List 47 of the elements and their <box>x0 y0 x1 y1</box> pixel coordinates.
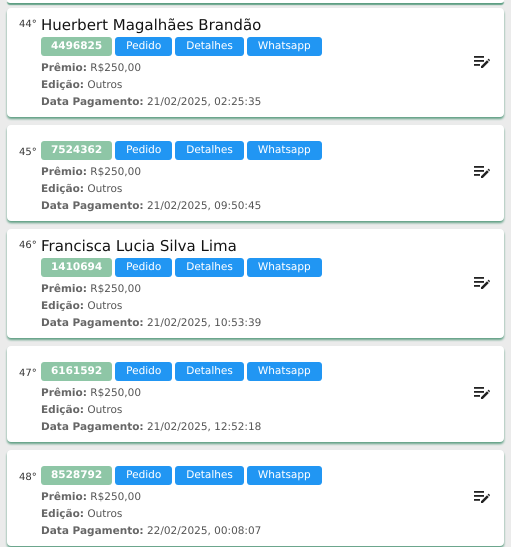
action-button[interactable]: Detalhes <box>175 141 244 160</box>
detail-line: Edição: Outros <box>41 78 124 93</box>
ticket-badge: 4496825 <box>41 37 112 56</box>
edit-list-icon[interactable] <box>474 165 490 179</box>
detail-line: Prêmio: R$250,00 <box>41 490 142 505</box>
edit-list-icon[interactable] <box>474 490 490 504</box>
detail-line: Prêmio: R$250,00 <box>41 282 142 297</box>
action-button[interactable]: Whatsapp <box>246 37 322 56</box>
action-button[interactable]: Pedido <box>115 258 172 277</box>
detail-line: Edição: Outros <box>41 507 124 522</box>
detail-line: Prêmio: R$250,00 <box>41 386 142 401</box>
edit-list-icon[interactable] <box>474 54 490 68</box>
detail-line: Data Pagamento: 21/02/2025, 09:50:45 <box>41 199 262 214</box>
ticket-badge: 8528792 <box>41 466 112 485</box>
action-button[interactable]: Pedido <box>115 362 172 381</box>
detail-line: Edição: Outros <box>41 403 124 418</box>
rank-number: 44° <box>19 18 37 32</box>
action-button[interactable]: Detalhes <box>175 362 244 381</box>
ticket-badge: 7524362 <box>41 141 112 160</box>
action-button[interactable]: Whatsapp <box>246 466 322 485</box>
action-button[interactable]: Detalhes <box>175 37 244 56</box>
edit-list-icon[interactable] <box>474 386 490 400</box>
action-button[interactable]: Detalhes <box>175 258 244 277</box>
rank-number: 48° <box>19 471 37 485</box>
action-button[interactable]: Pedido <box>115 37 172 56</box>
edit-list-icon[interactable] <box>474 276 490 290</box>
detail-line: Edição: Outros <box>41 299 124 314</box>
winner-name: Francisca Lucia Silva Lima <box>41 237 238 256</box>
ticket-badge: 1410694 <box>41 258 112 277</box>
detail-line: Data Pagamento: 21/02/2025, 10:53:39 <box>41 316 262 331</box>
action-button[interactable]: Pedido <box>115 466 172 485</box>
detail-line: Data Pagamento: 21/02/2025, 12:52:18 <box>41 420 262 435</box>
detail-line: Data Pagamento: 22/02/2025, 00:08:07 <box>41 524 262 539</box>
detail-line: Edição: Outros <box>41 182 124 197</box>
action-button[interactable]: Whatsapp <box>246 141 322 160</box>
winner-name: Huerbert Magalhães Brandão <box>41 16 262 35</box>
rank-number: 45° <box>19 146 37 160</box>
detail-line: Data Pagamento: 21/02/2025, 02:25:35 <box>41 95 262 110</box>
ticket-badge: 6161592 <box>41 362 112 381</box>
action-button[interactable]: Whatsapp <box>246 362 322 381</box>
rank-number: 46° <box>19 239 37 253</box>
detail-line: Prêmio: R$250,00 <box>41 165 142 180</box>
detail-line: Prêmio: R$250,00 <box>41 61 142 76</box>
rank-number: 47° <box>19 367 37 381</box>
action-button[interactable]: Pedido <box>115 141 172 160</box>
action-button[interactable]: Whatsapp <box>246 258 322 277</box>
action-button[interactable]: Detalhes <box>175 466 244 485</box>
